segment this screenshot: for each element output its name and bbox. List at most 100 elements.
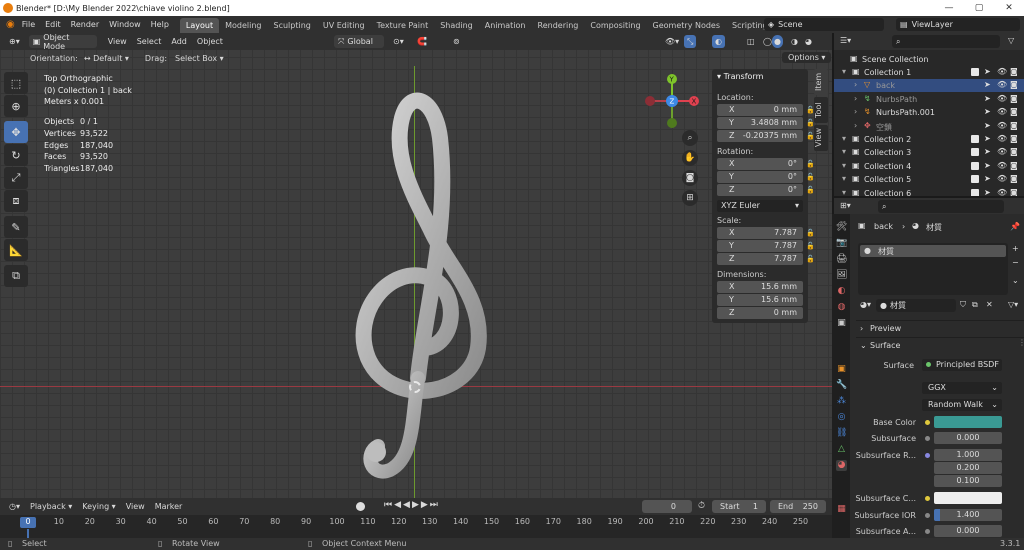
material-name-field[interactable]: ● 材質 bbox=[876, 299, 956, 312]
select-box-tool-icon[interactable]: ⬚ bbox=[4, 72, 28, 94]
property-field[interactable] bbox=[934, 416, 1002, 428]
transform-panel-header[interactable]: ▾ Transform bbox=[717, 72, 763, 81]
tab-animation[interactable]: Animation bbox=[479, 18, 532, 33]
select-arrow-icon[interactable]: ➤ bbox=[984, 161, 991, 170]
pivot-icon[interactable]: ⊙▾ bbox=[388, 33, 409, 50]
property-field[interactable]: 0.000 bbox=[934, 432, 1002, 444]
rotation-mode-dropdown[interactable]: XYZ Euler ▾ bbox=[717, 200, 803, 212]
expand-arrow-icon[interactable]: ▾ bbox=[842, 147, 846, 156]
eye-icon[interactable]: 👁 bbox=[997, 161, 1007, 170]
menu-help[interactable]: Help bbox=[146, 16, 174, 33]
lock-icon[interactable]: 🔓 bbox=[806, 173, 815, 181]
expand-arrow-icon[interactable]: › bbox=[854, 121, 857, 130]
preview-panel-header[interactable]: › Preview bbox=[856, 320, 1024, 334]
texture-tab-icon[interactable]: ▦ bbox=[836, 504, 847, 515]
grid-toggle-icon[interactable]: ⊞ bbox=[682, 190, 698, 206]
outliner-row[interactable]: › ↯ NurbsPath.001 ➤ 👁 ◙ bbox=[834, 106, 1024, 119]
render-camera-icon[interactable]: ◙ bbox=[1010, 67, 1018, 76]
timeline-menu-marker[interactable]: Marker bbox=[150, 498, 188, 515]
options-button[interactable]: Options ▾ bbox=[782, 52, 832, 63]
lock-icon[interactable]: 🔓 bbox=[806, 186, 815, 194]
mode-selector[interactable]: ▣ Object Mode bbox=[28, 33, 97, 51]
tab-layout[interactable]: Layout bbox=[179, 17, 220, 33]
property-field[interactable]: 0.100 bbox=[934, 475, 1002, 487]
constraints-tab-icon[interactable]: ⛓ bbox=[836, 428, 847, 439]
render-camera-icon[interactable]: ◙ bbox=[1010, 94, 1018, 103]
tab-rendering[interactable]: Rendering bbox=[532, 18, 585, 33]
xray-toggle-icon[interactable]: ◫ bbox=[742, 33, 760, 50]
menu-object[interactable]: Object bbox=[192, 33, 228, 50]
eye-icon[interactable]: 👁 bbox=[997, 174, 1007, 183]
move-tool-icon[interactable]: ✥ bbox=[4, 121, 28, 143]
rotation-y-field[interactable]: Y 0° bbox=[717, 171, 803, 183]
eye-icon[interactable]: 👁 bbox=[997, 94, 1007, 103]
scene-tab-icon[interactable]: ◐ bbox=[836, 286, 847, 297]
sidebar-tab-item[interactable]: Item bbox=[814, 69, 828, 95]
property-field[interactable]: 0.000 bbox=[934, 525, 1002, 537]
outliner-scene-collection[interactable]: ▣ Scene Collection bbox=[834, 53, 1024, 66]
output-tab-icon[interactable]: 🖨 bbox=[836, 254, 847, 265]
scale-tool-icon[interactable]: ⤢ bbox=[4, 167, 28, 189]
socket-dot-icon[interactable] bbox=[925, 420, 930, 425]
data-tab-icon[interactable]: △ bbox=[836, 444, 847, 455]
treble-clef-object[interactable] bbox=[330, 78, 520, 488]
timeline-ruler[interactable]: 0 10 20 30 40 50 60 70 80 90 100 110 120 130 140 150 160… bbox=[0, 515, 832, 529]
exclude-checkbox[interactable] bbox=[971, 175, 979, 184]
tab-texture-paint[interactable]: Texture Paint bbox=[371, 18, 435, 33]
surface-panel-header[interactable]: ⌄ Surface bbox=[856, 337, 1024, 351]
gizmo-toggle-icon[interactable]: ⤡ bbox=[684, 35, 697, 48]
outliner-row[interactable]: ▾ ▣ Collection 3 ➤ 👁 ◙ bbox=[834, 146, 1024, 159]
view-layer-selector[interactable]: ▤ ViewLayer bbox=[896, 18, 1020, 31]
subsurface-method-dropdown[interactable]: Random Walk ⌄ bbox=[922, 399, 1002, 411]
lock-icon[interactable]: 🔓 bbox=[806, 160, 815, 168]
material-slot-list[interactable]: ● 材質 bbox=[858, 243, 1008, 295]
scale-z-field[interactable]: Z 7.787 bbox=[717, 253, 803, 265]
tab-sculpting[interactable]: Sculpting bbox=[268, 18, 317, 33]
transform-orientation-selector[interactable]: ⤧ Global bbox=[334, 35, 384, 48]
annotate-tool-icon[interactable]: ✎ bbox=[4, 216, 28, 238]
menu-render[interactable]: Render bbox=[66, 16, 104, 33]
render-camera-icon[interactable]: ◙ bbox=[1010, 174, 1018, 183]
property-field[interactable] bbox=[934, 492, 1002, 504]
expand-arrow-icon[interactable]: ▾ bbox=[842, 174, 846, 183]
eye-icon[interactable]: 👁 bbox=[997, 147, 1007, 156]
eye-icon[interactable]: 👁 bbox=[997, 134, 1007, 143]
properties-search-input[interactable]: ⌕ bbox=[878, 200, 1004, 213]
transform-tool-icon[interactable]: ⧈ bbox=[4, 190, 28, 212]
3d-cursor[interactable] bbox=[409, 381, 421, 393]
outliner-row[interactable]: ▾ ▣ Collection 1 ➤ 👁 ◙ bbox=[834, 66, 1024, 79]
end-frame-field[interactable]: End 250 bbox=[770, 500, 826, 513]
navigation-gizmo[interactable]: Y X Z bbox=[640, 73, 704, 137]
add-slot-button[interactable]: + bbox=[1012, 244, 1019, 253]
lock-icon[interactable]: 🔓 bbox=[806, 242, 815, 250]
outliner-editor-icon[interactable]: ☰▾ bbox=[840, 36, 851, 45]
property-field[interactable]: 1.400 bbox=[934, 509, 1002, 521]
object-tab-icon[interactable]: ▣ bbox=[836, 364, 847, 375]
cursor-tool-icon[interactable]: ⊕ bbox=[4, 95, 28, 117]
material-tab-icon[interactable]: ◕ bbox=[836, 460, 847, 471]
distribution-dropdown[interactable]: GGX ⌄ bbox=[922, 382, 1002, 394]
filter-icon[interactable]: ▽▾ bbox=[1008, 300, 1018, 309]
menu-edit[interactable]: Edit bbox=[40, 16, 66, 33]
menu-window[interactable]: Window bbox=[104, 16, 146, 33]
render-camera-icon[interactable]: ◙ bbox=[1010, 121, 1018, 130]
outliner-row[interactable]: › ✥ 空鎖 ➤ 👁 ◙ bbox=[834, 120, 1024, 133]
panel-drag-handle[interactable]: ⋮⋮ bbox=[1018, 338, 1024, 347]
exclude-checkbox[interactable] bbox=[971, 148, 979, 157]
view-layer-tab-icon[interactable]: 🖼 bbox=[836, 270, 847, 281]
exclude-checkbox[interactable] bbox=[971, 68, 979, 76]
expand-arrow-icon[interactable]: ▾ bbox=[842, 161, 846, 170]
current-frame-field[interactable]: 0 bbox=[642, 500, 692, 513]
render-camera-icon[interactable]: ◙ bbox=[1010, 134, 1018, 143]
collection-tab-icon[interactable]: ▣ bbox=[836, 318, 847, 329]
render-camera-icon[interactable]: ◙ bbox=[1010, 80, 1018, 89]
properties-editor-icon[interactable]: ⊞▾ bbox=[840, 201, 851, 210]
measure-tool-icon[interactable]: 📐 bbox=[4, 239, 28, 261]
pan-hand-icon[interactable]: ✋ bbox=[682, 150, 698, 166]
unlink-material-icon[interactable]: ✕ bbox=[986, 300, 993, 309]
lock-icon[interactable]: 🔓 bbox=[806, 106, 815, 114]
dimensions-y-field[interactable]: Y 15.6 mm bbox=[717, 294, 803, 306]
filter-icon[interactable]: ▽ bbox=[1008, 36, 1014, 45]
select-arrow-icon[interactable]: ➤ bbox=[984, 174, 991, 183]
playback-controls[interactable]: ⏮◀◀▶▶⏭ bbox=[384, 500, 440, 510]
